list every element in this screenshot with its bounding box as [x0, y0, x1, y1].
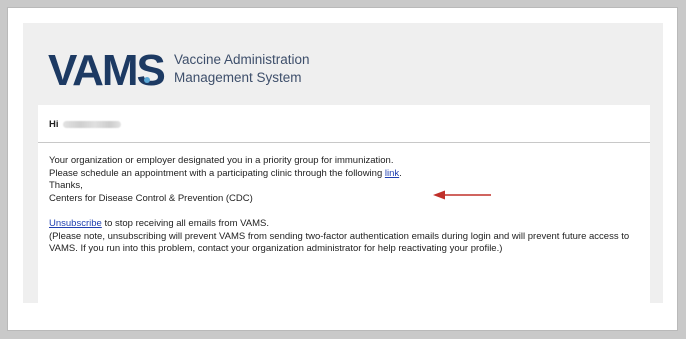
vams-logo: VAMS — [48, 46, 166, 95]
divider — [38, 142, 650, 143]
email-header: VAMS Vaccine Administration Management S… — [23, 23, 663, 105]
greeting: Hi — [49, 119, 121, 130]
tagline-line-2: Management System — [174, 70, 302, 85]
message-line-2-text: Please schedule an appointment with a pa… — [49, 167, 385, 179]
signature-text: Centers for Disease Control & Prevention… — [49, 192, 253, 204]
screenshot-frame: VAMS Vaccine Administration Management S… — [7, 7, 678, 331]
message-paragraph: Your organization or employer designated… — [49, 155, 402, 205]
unsubscribe-text: to stop receiving all emails from VAMS. — [101, 218, 269, 229]
annotation-arrow-icon — [433, 190, 491, 200]
thanks-text: Thanks, — [49, 180, 83, 191]
message-line-2-period: . — [399, 167, 402, 179]
redacted-recipient-name — [62, 121, 121, 128]
unsubscribe-note: (Please note, unsubscribing will prevent… — [49, 230, 630, 255]
logo-tagline: Vaccine Administration Management System — [174, 51, 310, 87]
message-line-1: Your organization or employer designated… — [49, 155, 394, 166]
email-container: VAMS Vaccine Administration Management S… — [23, 23, 663, 303]
unsubscribe-link[interactable]: Unsubscribe — [49, 218, 102, 229]
message-line-2: Please schedule an appointment with a pa… — [49, 168, 402, 181]
greeting-text: Hi — [49, 119, 59, 130]
logo-dot-icon — [144, 77, 150, 83]
unsubscribe-line: Unsubscribe to stop receiving all emails… — [49, 218, 647, 231]
appointment-link[interactable]: link — [385, 168, 399, 179]
unsubscribe-paragraph: Unsubscribe to stop receiving all emails… — [49, 218, 647, 256]
email-body: Hi Your organization or employer designa… — [38, 105, 650, 303]
logo-text: VAMS — [48, 46, 166, 95]
tagline-line-1: Vaccine Administration — [174, 52, 310, 67]
